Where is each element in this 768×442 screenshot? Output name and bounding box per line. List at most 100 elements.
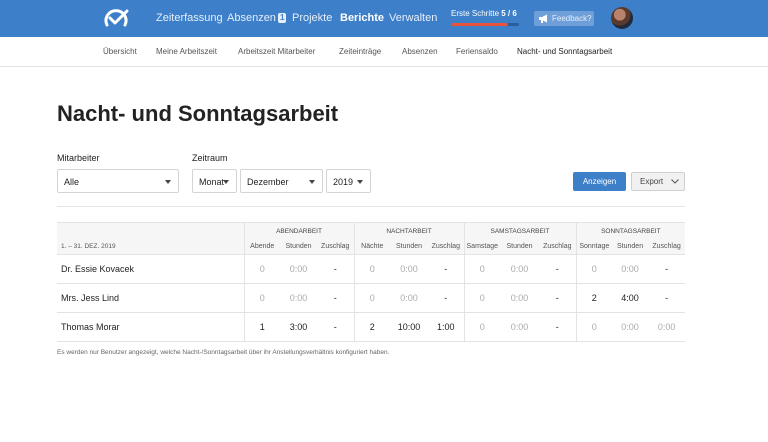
feedback-label: Feedback? [552,14,592,23]
table-cell: 2 [575,283,613,313]
table-cell: 0 [353,254,390,284]
table-cell: 1:00 [428,312,465,342]
top-navigation-bar: Zeiterfassung Absenzen 1 Projekte Bericht… [0,0,768,37]
table-cell: 0:00 [500,312,540,342]
table-cell: - [648,283,686,313]
table-cell: - [539,312,577,342]
table-cell: 1 [243,312,280,342]
tab-uebersicht[interactable]: Übersicht [103,47,137,56]
onboarding-progress-label[interactable]: Erste Schritte 5 / 6 [451,9,517,18]
export-label: Export [640,177,664,186]
sub-navigation: Übersicht Meine Arbeitszeit Arbeitszeit … [0,37,768,67]
caret-down-icon [357,180,363,184]
date-range-label: 1. – 31. DEZ. 2019 [57,239,244,255]
period-unit-select[interactable]: Monat [192,169,237,193]
table-cell: 2 [353,312,390,342]
employee-select-value: Alle [64,177,80,187]
nav-item-projekte[interactable]: Projekte [292,12,332,24]
employee-name: Mrs. Jess Lind [57,283,244,313]
period-month-value: Dezember [247,177,289,187]
tab-arbeitszeit-mitarbeiter[interactable]: Arbeitszeit Mitarbeiter [238,47,315,56]
caret-down-icon [223,180,229,184]
period-year-select[interactable]: 2019 [326,169,371,193]
column-header: Stunden [280,239,317,255]
period-filter-label: Zeitraum [192,153,228,163]
table-cell: - [539,283,577,313]
column-header: Stunden [390,239,428,255]
progress-title: Erste Schritte [451,9,500,18]
table-cell: 0:00 [500,254,540,284]
table-row: Mrs. Jess Lind 0 0:00-0 0:00-0 0:00-2 4:00- [57,283,686,313]
table-cell: 10:00 [390,312,428,342]
onboarding-progress-bar[interactable] [451,23,519,26]
user-avatar[interactable] [611,7,633,29]
table-cell: 0:00 [280,283,317,313]
table-cell: 0 [463,283,501,313]
employee-select[interactable]: Alle [57,169,179,193]
nav-item-label: Absenzen [227,12,276,24]
table-row: Dr. Essie Kovacek 0 0:00-0 0:00-0 0:00-0 0:00… [57,254,686,284]
table-cell: 0:00 [648,312,686,342]
table-cell: - [317,254,354,284]
chevron-down-icon [671,179,679,184]
tab-nacht-und-sonntagsarbeit[interactable]: Nacht- und Sonntagsarbeit [517,47,612,56]
table-cell: - [428,254,465,284]
table-cell: 0 [575,254,613,284]
column-header: Abende [243,239,280,255]
period-month-select[interactable]: Dezember [240,169,323,193]
feedback-button[interactable]: Feedback? [534,11,594,26]
group-header-nachtarbeit: NACHTARBEIT [353,222,465,239]
column-header: Zuschlag [539,239,577,255]
caret-down-icon [165,180,171,184]
nav-item-absenzen[interactable]: Absenzen 1 [227,12,287,24]
table-cell: 0 [463,312,501,342]
check-circle-logo[interactable] [101,6,131,32]
employee-filter-label: Mitarbeiter [57,153,100,163]
show-button[interactable]: Anzeigen [573,172,626,191]
table-cell: 4:00 [612,283,649,313]
employee-name: Thomas Morar [57,312,244,342]
group-header-sonntagsarbeit: SONNTAGSARBEIT [575,222,686,239]
column-header: Zuschlag [428,239,465,255]
table-cell: 0:00 [390,254,428,284]
table-cell: 0 [243,283,280,313]
table-cell: 0:00 [612,254,649,284]
notification-badge: 1 [277,13,287,23]
footnote: Es werden nur Benutzer angezeigt, welche… [57,349,390,356]
table-group-header-row: ABENDARBEIT NACHTARBEIT SAMSTAGSARBEIT S… [57,222,686,239]
table-column-header-row: 1. – 31. DEZ. 2019 Abende Stunden Zuschl… [57,239,686,255]
group-header-samstagsarbeit: SAMSTAGSARBEIT [463,222,577,239]
section-divider [57,206,685,207]
table-cell: 0 [575,312,613,342]
nav-item-zeiterfassung[interactable]: Zeiterfassung [156,12,223,24]
nav-item-verwalten[interactable]: Verwalten [389,12,437,24]
table-cell: 0 [463,254,501,284]
table-corner [57,222,244,239]
megaphone-icon [539,14,547,23]
night-sunday-report-table: ABENDARBEIT NACHTARBEIT SAMSTAGSARBEIT S… [57,222,686,342]
column-header: Nächte [353,239,390,255]
table-cell: - [428,283,465,313]
column-header: Stunden [612,239,649,255]
column-header: Stunden [500,239,540,255]
table-cell: 0:00 [612,312,649,342]
nav-item-berichte[interactable]: Berichte [340,12,384,24]
table-cell: 0:00 [280,254,317,284]
table-cell: - [317,312,354,342]
column-header: Sonntage [575,239,613,255]
export-button[interactable]: Export [631,172,685,191]
table-cell: 0 [243,254,280,284]
table-cell: 3:00 [280,312,317,342]
tab-absenzen[interactable]: Absenzen [402,47,438,56]
column-header: Samstage [463,239,501,255]
tab-zeiteintraege[interactable]: Zeiteinträge [339,47,381,56]
group-header-abendarbeit: ABENDARBEIT [243,222,354,239]
progress-fill [451,23,508,26]
page-title: Nacht- und Sonntagsarbeit [57,101,339,126]
table-row: Thomas Morar 1 3:00-2 10:00 1:00 0 0:00-0 0:00 0… [57,312,686,342]
tab-feriensaldo[interactable]: Feriensaldo [456,47,498,56]
table-cell: - [539,254,577,284]
tab-meine-arbeitszeit[interactable]: Meine Arbeitszeit [156,47,217,56]
column-header: Zuschlag [648,239,686,255]
table-cell: - [317,283,354,313]
